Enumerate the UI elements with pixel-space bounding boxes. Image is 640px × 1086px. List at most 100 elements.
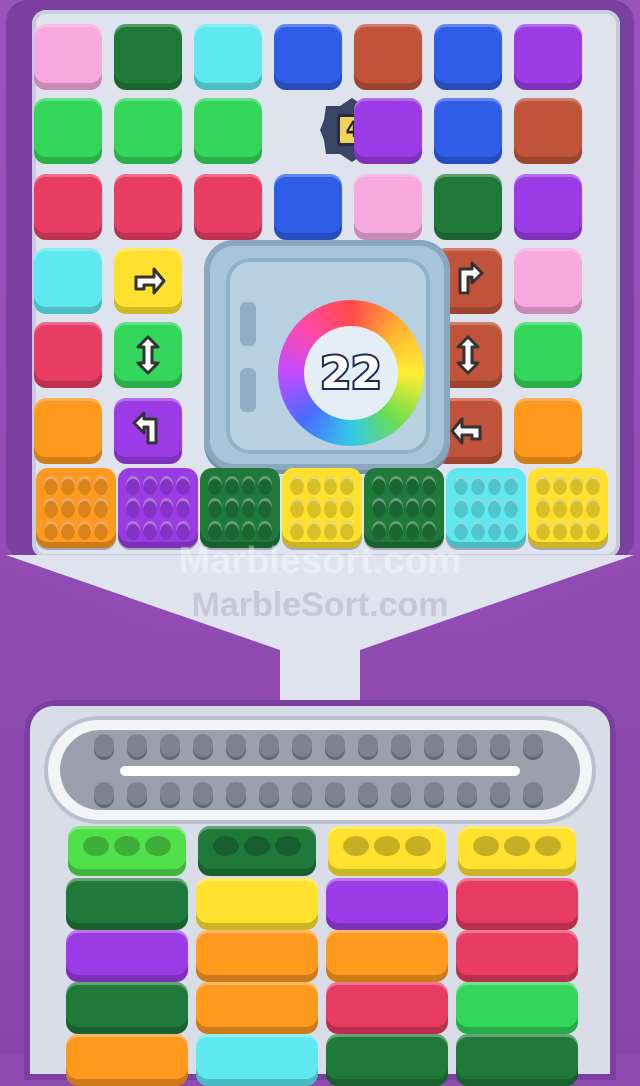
locked-vault: 22	[204, 240, 450, 470]
marble-slot	[193, 734, 213, 760]
color-tile-purple[interactable]	[354, 98, 422, 164]
color-tile-blue[interactable]	[434, 24, 502, 90]
marble-slot	[226, 734, 246, 760]
vault-hinge	[240, 368, 256, 412]
color-tile-cyan[interactable]	[194, 24, 262, 90]
color-tile-green[interactable]	[34, 98, 102, 164]
popit-tile-yellow[interactable]	[282, 468, 362, 548]
popit-tile-orange[interactable]	[36, 468, 116, 548]
direction-arrow-icon	[456, 335, 480, 375]
watermark-primary: Marblesort.com	[178, 540, 462, 582]
marble-slot	[226, 782, 246, 808]
color-tile-purple[interactable]	[514, 24, 582, 90]
marble-slot	[160, 734, 180, 760]
color-tile-pink[interactable]	[34, 24, 102, 90]
marble-slot	[94, 782, 114, 808]
marble-slot	[325, 734, 345, 760]
marble-tray-purple	[66, 930, 188, 982]
marble-tray-orange	[196, 930, 318, 982]
marble-slot	[193, 782, 213, 808]
watermark-secondary: MarbleSort.com	[191, 586, 449, 624]
marble-slot	[523, 734, 543, 760]
marble-slot	[424, 782, 444, 808]
arrow-yellow-tile[interactable]	[114, 248, 182, 314]
color-tile-dgreen[interactable]	[434, 174, 502, 240]
marble-tray-dgreen	[326, 1034, 448, 1086]
marble-tray-yellow	[196, 878, 318, 930]
marble-tray-lime[interactable]	[68, 826, 186, 876]
vault-hinge	[240, 302, 256, 346]
color-tile-brown[interactable]	[354, 24, 422, 90]
marble-slot	[325, 782, 345, 808]
direction-arrow-icon	[450, 417, 482, 445]
color-tile-blue[interactable]	[274, 174, 342, 240]
color-tile-brown[interactable]	[514, 98, 582, 164]
marble-tray-green	[456, 982, 578, 1034]
color-tile-red[interactable]	[34, 322, 102, 388]
arrow-green-tile[interactable]	[114, 322, 182, 388]
color-tile-green[interactable]	[114, 98, 182, 164]
popit-tile-yellow[interactable]	[528, 468, 608, 548]
direction-arrow-icon	[136, 335, 160, 375]
marble-tray-yellow[interactable]	[458, 826, 576, 876]
color-tile-orange[interactable]	[514, 398, 582, 464]
color-tile-cyan[interactable]	[34, 248, 102, 314]
popit-tile-purple[interactable]	[118, 468, 198, 548]
conveyor-rail	[120, 766, 520, 776]
marble-slot	[424, 734, 444, 760]
direction-arrow-icon	[458, 261, 484, 295]
marble-slot	[358, 782, 378, 808]
conveyor-track	[60, 730, 580, 810]
marble-tray-cyan	[196, 1034, 318, 1086]
marble-slot	[292, 734, 312, 760]
color-tile-pink[interactable]	[354, 174, 422, 240]
marble-tray-orange	[196, 982, 318, 1034]
marble-slot	[127, 782, 147, 808]
color-tile-red[interactable]	[194, 174, 262, 240]
marble-slot	[259, 734, 279, 760]
popit-tile-dgreen[interactable]	[200, 468, 280, 548]
color-tile-red[interactable]	[34, 174, 102, 240]
color-tile-green[interactable]	[514, 322, 582, 388]
marble-slot	[160, 782, 180, 808]
marble-slot	[391, 782, 411, 808]
color-tile-pink[interactable]	[514, 248, 582, 314]
color-tile-orange[interactable]	[34, 398, 102, 464]
marble-slot	[391, 734, 411, 760]
color-tile-dgreen[interactable]	[114, 24, 182, 90]
marble-tray-red	[326, 982, 448, 1034]
direction-arrow-icon	[132, 411, 158, 445]
board-frame: 4 22	[6, 0, 634, 560]
marble-tray-dgreen	[66, 982, 188, 1034]
marble-tray-dgreen	[66, 878, 188, 930]
direction-arrow-icon	[134, 267, 166, 295]
color-tile-red[interactable]	[114, 174, 182, 240]
vault-progress-ring: 22	[278, 300, 424, 446]
marble-tray-dgreen	[456, 1034, 578, 1086]
color-tile-blue[interactable]	[274, 24, 342, 90]
marble-tray-red	[456, 930, 578, 982]
color-tile-green[interactable]	[194, 98, 262, 164]
marble-tray-purple	[326, 878, 448, 930]
marble-slot	[457, 734, 477, 760]
vault-counter: 22	[318, 346, 383, 401]
arrow-purple-tile[interactable]	[114, 398, 182, 464]
marble-slot	[94, 734, 114, 760]
marble-slot	[127, 734, 147, 760]
marble-slot	[358, 734, 378, 760]
popit-tile-dgreen[interactable]	[364, 468, 444, 548]
marble-tray-dgreen[interactable]	[198, 826, 316, 876]
marble-slot	[490, 734, 510, 760]
marble-tray-orange	[326, 930, 448, 982]
marble-slot	[259, 782, 279, 808]
marble-tray-yellow[interactable]	[328, 826, 446, 876]
marble-tray-red	[456, 878, 578, 930]
color-tile-blue[interactable]	[434, 98, 502, 164]
marble-slot	[292, 782, 312, 808]
marble-tray-orange	[66, 1034, 188, 1086]
marble-slot	[457, 782, 477, 808]
popit-tile-cyan[interactable]	[446, 468, 526, 548]
color-tile-purple[interactable]	[514, 174, 582, 240]
puzzle-board: 4 22	[32, 10, 620, 558]
marble-slot	[490, 782, 510, 808]
